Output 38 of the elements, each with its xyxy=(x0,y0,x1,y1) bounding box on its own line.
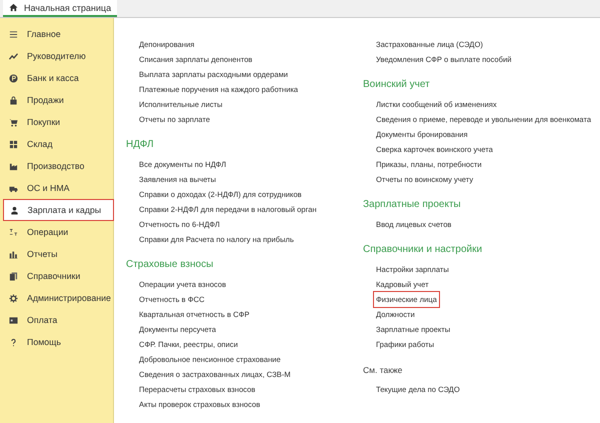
question-mark-icon xyxy=(9,338,18,346)
sidebar-item[interactable]: Справочники xyxy=(0,265,113,287)
person-icon xyxy=(10,206,18,214)
sidebar-item[interactable]: ОС и НМА xyxy=(0,177,113,199)
sidebar-item[interactable]: Продажи xyxy=(0,89,113,111)
sidebar-item[interactable]: Администрирование xyxy=(0,287,113,309)
truck-icon xyxy=(9,184,18,192)
chart-icon xyxy=(9,250,18,258)
section-heading: НДФЛ xyxy=(126,138,155,152)
trend-icon xyxy=(9,52,18,60)
sidebar-item[interactable]: Главное xyxy=(0,23,113,45)
home-icon xyxy=(9,3,18,12)
cart-icon xyxy=(9,118,18,126)
section-heading: См. также xyxy=(363,364,404,377)
sidebar-item[interactable]: Отчеты xyxy=(0,243,113,265)
gear-icon xyxy=(9,294,18,302)
sidebar-item[interactable]: Руководителю xyxy=(0,45,113,67)
coin-icon xyxy=(9,74,18,82)
section-heading: Воинский учет xyxy=(363,78,431,92)
section-heading: Страховые взносы xyxy=(126,258,214,272)
home-tab[interactable]: Начальная страница xyxy=(3,0,118,17)
bag-icon xyxy=(9,96,18,104)
sidebar-item[interactable]: Помощь xyxy=(0,331,113,353)
sidebar-item[interactable]: Операции xyxy=(0,221,113,243)
books-icon xyxy=(9,272,18,280)
menu-icon xyxy=(9,30,18,38)
ops-icon xyxy=(9,228,18,236)
sidebar-item[interactable]: Склад xyxy=(0,133,113,155)
card-icon xyxy=(9,316,18,324)
section-heading: Зарплатные проекты xyxy=(363,198,462,212)
sidebar-item[interactable]: Зарплата и кадры xyxy=(3,199,114,221)
factory-icon xyxy=(9,162,18,170)
sidebar-item[interactable]: Производство xyxy=(0,155,113,177)
sidebar-item[interactable]: Оплата xyxy=(0,309,113,331)
sidebar-item[interactable]: Банк и касса xyxy=(0,67,113,89)
section-heading: Справочники и настройки xyxy=(363,243,484,257)
grid-icon xyxy=(9,140,18,148)
sidebar-item[interactable]: Покупки xyxy=(0,111,113,133)
